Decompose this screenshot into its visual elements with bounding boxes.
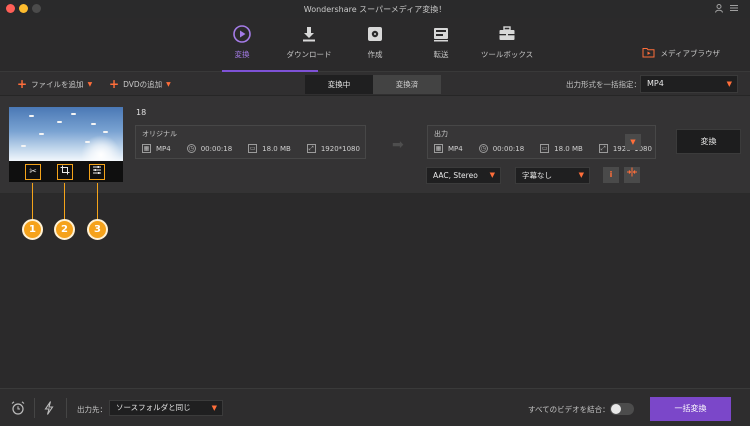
chevron-down-icon: ▼: [87, 80, 93, 88]
add-dvd-button[interactable]: + DVDの追加 ▼: [109, 77, 171, 91]
output-format-value: MP4: [647, 79, 664, 88]
original-resolution: 1920*1080: [320, 144, 360, 153]
footer-bar: 出力先： ソースフォルダと同じ ▼ すべてのビデオを結合： 一括変換: [0, 388, 750, 426]
info-icon: i: [609, 170, 613, 179]
output-format-select[interactable]: MP4 ▼: [640, 75, 738, 93]
output-size: 18.0 MB: [554, 144, 583, 153]
callout-line: [97, 183, 98, 220]
callout-badge-2: 2: [54, 219, 75, 240]
original-size: 18.0 MB: [262, 144, 291, 153]
plus-icon: +: [109, 77, 120, 91]
callout-line: [32, 183, 33, 220]
split-button[interactable]: [624, 167, 640, 183]
folder-icon: ▭: [540, 144, 550, 153]
main-navigation: 変換 ダウンロード 作成 転送 ツールボックス メディアブラウザ: [0, 18, 750, 72]
title-bar: Wondershare スーパーメディア変換！: [0, 0, 750, 18]
output-info: 出力 ▦ MP4 ◷ 00:00:18 ▭ 18.0 MB ⤢ 1920*108…: [427, 125, 656, 159]
burn-icon: [338, 24, 412, 44]
arrow-right-icon: ➡: [392, 137, 404, 153]
add-files-label: ファイルを追加: [31, 79, 84, 89]
folder-icon: ▭: [248, 144, 258, 153]
chevron-down-icon: ▼: [726, 80, 732, 88]
nav-toolbox[interactable]: ツールボックス: [470, 24, 544, 60]
transfer-icon: [404, 24, 478, 44]
tab-converted[interactable]: 変換済: [373, 75, 441, 94]
split-icon: [626, 167, 638, 179]
clock-icon: ◷: [478, 144, 488, 153]
tab-converting[interactable]: 変換中: [305, 75, 373, 94]
merge-videos-toggle[interactable]: [610, 403, 634, 415]
info-button[interactable]: i: [603, 167, 619, 183]
callout-badge-1: 1: [22, 219, 43, 240]
original-duration: 00:00:18: [200, 144, 233, 153]
nav-download-label: ダウンロード: [286, 50, 332, 59]
output-location-select[interactable]: ソースフォルダと同じ ▼: [109, 400, 223, 416]
convert-icon: [205, 24, 279, 44]
add-dvd-label: DVDの追加: [123, 79, 163, 89]
output-format-label: 出力形式を一括指定：: [566, 80, 641, 89]
toolbox-icon: [470, 24, 544, 44]
file-name: 18: [136, 108, 147, 117]
subtitle-value: 字幕なし: [522, 171, 552, 180]
toolbar: + ファイルを追加 ▼ + DVDの追加 ▼ 変換中 変換済 出力形式を一括指定…: [0, 72, 750, 96]
media-browser-button[interactable]: メディアブラウザ: [642, 46, 720, 60]
crop-icon[interactable]: [57, 164, 73, 180]
conversion-task: ✂ 18 オリジナル ▦ MP4 ◷ 00:00:18 ▭ 18.0 MB ⤢ …: [0, 96, 750, 194]
nav-burn-label: 作成: [367, 50, 383, 59]
callout-line: [64, 183, 65, 220]
add-files-button[interactable]: + ファイルを追加 ▼: [17, 77, 92, 91]
profile-icon[interactable]: [714, 3, 724, 13]
original-info: オリジナル ▦ MP4 ◷ 00:00:18 ▭ 18.0 MB ⤢ 1920*…: [135, 125, 366, 159]
film-icon: ▦: [434, 144, 443, 153]
output-duration: 00:00:18: [492, 144, 525, 153]
nav-burn[interactable]: 作成: [338, 24, 412, 60]
output-format: MP4: [448, 144, 463, 153]
audio-track-value: AAC, Stereo: [433, 171, 478, 180]
resolution-icon: ⤢: [306, 144, 316, 153]
chevron-down-icon: ▼: [211, 404, 217, 412]
menu-icon[interactable]: [729, 3, 739, 13]
chevron-down-icon: ▼: [489, 171, 495, 179]
callout-badge-3: 3: [87, 219, 108, 240]
output-location-value: ソースフォルダと同じ: [116, 403, 191, 412]
download-icon: [272, 24, 346, 44]
clock-icon: ◷: [186, 144, 196, 153]
nav-convert[interactable]: 変換: [205, 24, 279, 60]
app-title: Wondershare スーパーメディア変換！: [303, 5, 447, 14]
status-tabs: 変換中 変換済: [305, 75, 441, 94]
output-settings-dropdown[interactable]: ▼: [625, 134, 641, 150]
alarm-clock-icon[interactable]: [10, 400, 26, 416]
effects-sliders-icon[interactable]: [89, 164, 105, 180]
output-location-label: 出力先：: [77, 405, 107, 414]
nav-transfer[interactable]: 転送: [404, 24, 478, 60]
nav-transfer-label: 転送: [433, 50, 449, 59]
audio-track-select[interactable]: AAC, Stereo ▼: [426, 167, 501, 184]
lightning-icon[interactable]: [41, 400, 57, 416]
batch-convert-button[interactable]: 一括変換: [650, 397, 731, 421]
merge-videos-label: すべてのビデオを結合：: [528, 405, 610, 414]
plus-icon: +: [17, 77, 28, 91]
resolution-icon: ⤢: [598, 144, 608, 153]
chevron-down-icon: ▼: [578, 171, 584, 179]
convert-button[interactable]: 変換: [676, 129, 741, 154]
media-browser-label: メディアブラウザ: [660, 48, 720, 58]
original-header: オリジナル: [142, 130, 177, 138]
edit-toolbar: ✂: [9, 161, 123, 182]
nav-convert-label: 変換: [234, 50, 250, 59]
folder-play-icon: [642, 47, 655, 60]
trim-scissors-icon[interactable]: ✂: [25, 164, 41, 180]
subtitle-select[interactable]: 字幕なし ▼: [515, 167, 590, 184]
original-format: MP4: [156, 144, 171, 153]
output-header: 出力: [434, 130, 448, 138]
nav-download[interactable]: ダウンロード: [272, 24, 346, 60]
chevron-down-icon: ▼: [166, 80, 171, 88]
film-icon: ▦: [142, 144, 151, 153]
nav-toolbox-label: ツールボックス: [480, 50, 534, 59]
video-thumbnail[interactable]: [9, 107, 123, 161]
